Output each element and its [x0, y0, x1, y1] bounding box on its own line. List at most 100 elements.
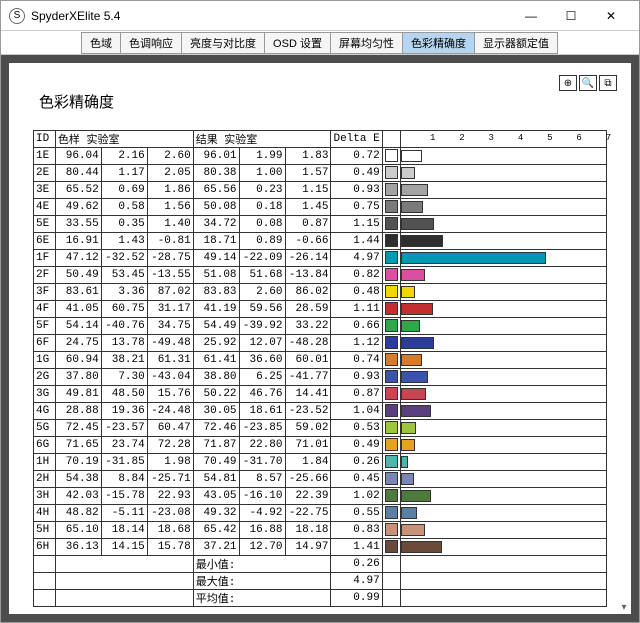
tick-3: 3: [489, 133, 494, 143]
table-row: 3H42.03-15.7822.9343.05-16.1022.391.02: [34, 488, 607, 505]
table-row: 4G28.8819.36-24.4830.0518.61-23.521.04: [34, 403, 607, 420]
delta-bar: [401, 405, 431, 417]
color-swatch: [385, 540, 398, 553]
delta-bar: [401, 184, 428, 196]
delta-bar: [401, 235, 443, 247]
table-row: 2E80.441.172.0580.381.001.570.49: [34, 165, 607, 182]
fit-icon[interactable]: ⧉: [599, 75, 617, 91]
report-sheet: ⊕ 🔍 ⧉ 色彩精确度 ID 色样 实验室 结果 实验室 Delta E 123…: [9, 63, 631, 614]
tick-4: 4: [518, 133, 523, 143]
delta-bar: [401, 541, 442, 553]
color-swatch: [385, 370, 398, 383]
delta-bar: [401, 354, 423, 366]
color-swatch: [385, 268, 398, 281]
color-swatch: [385, 302, 398, 315]
zoom-in-icon[interactable]: ⊕: [559, 75, 577, 91]
tabbar: 色域色调响应亮度与对比度OSD 设置屏幕均匀性色彩精确度显示器额定值: [1, 31, 639, 55]
zoom-out-icon[interactable]: 🔍: [579, 75, 597, 91]
table-row: 6E16.911.43-0.8118.710.89-0.661.44: [34, 233, 607, 250]
delta-bar: [401, 337, 434, 349]
table-row: 5E33.550.351.4034.720.080.871.15: [34, 216, 607, 233]
table-row: 1F47.12-32.52-28.7549.14-22.09-26.144.97: [34, 250, 607, 267]
delta-bar: [401, 150, 422, 162]
summary-value: 4.97: [331, 573, 382, 590]
table-row: 2H54.388.84-25.7154.818.57-25.660.45: [34, 471, 607, 488]
app-logo-icon: S: [9, 8, 25, 24]
tick-6: 6: [576, 133, 581, 143]
table-row: 2G37.807.30-43.0438.806.25-41.770.93: [34, 369, 607, 386]
delta-bar: [401, 167, 415, 179]
delta-bar: [401, 269, 425, 281]
color-swatch: [385, 506, 398, 519]
color-swatch: [385, 489, 398, 502]
color-swatch: [385, 149, 398, 162]
summary-label: 最小值:: [193, 556, 331, 573]
delta-bar: [401, 490, 431, 502]
tab-3[interactable]: OSD 设置: [264, 32, 331, 54]
delta-bar: [401, 388, 426, 400]
summary-label: 最大值:: [193, 573, 331, 590]
table-row: 3G49.8148.5015.7650.2246.7614.410.87: [34, 386, 607, 403]
color-swatch: [385, 455, 398, 468]
delta-bar: [401, 473, 414, 485]
summary-row: 最小值:0.26: [34, 556, 607, 573]
page-title: 色彩精确度: [39, 91, 607, 112]
tab-1[interactable]: 色调响应: [120, 32, 182, 54]
col-sample-lab: 色样 实验室: [55, 131, 193, 148]
tab-0[interactable]: 色域: [81, 32, 121, 54]
tab-4[interactable]: 屏幕均匀性: [330, 32, 403, 54]
summary-label: 平均值:: [193, 590, 331, 607]
color-swatch: [385, 472, 398, 485]
color-swatch: [385, 183, 398, 196]
window-title: SpyderXElite 5.4: [31, 9, 511, 23]
table-row: 5F54.14-40.7634.7554.49-39.9233.220.66: [34, 318, 607, 335]
summary-value: 0.99: [331, 590, 382, 607]
color-swatch: [385, 421, 398, 434]
table-row: 4E49.620.581.5650.080.181.450.75: [34, 199, 607, 216]
table-row: 2F50.4953.45-13.5551.0851.68-13.840.82: [34, 267, 607, 284]
table-row: 1H70.19-31.851.9870.49-31.701.840.26: [34, 454, 607, 471]
table-row: 4H48.82-5.11-23.0849.32-4.92-22.750.55: [34, 505, 607, 522]
delta-bar: [401, 439, 415, 451]
summary-row: 最大值:4.97: [34, 573, 607, 590]
table-row: 6G71.6523.7472.2871.8722.8071.010.49: [34, 437, 607, 454]
color-swatch: [385, 166, 398, 179]
maximize-button[interactable]: ☐: [551, 2, 591, 30]
delta-bar: [401, 524, 425, 536]
summary-row: 平均值:0.99: [34, 590, 607, 607]
col-delta: Delta E: [331, 131, 382, 148]
table-row: 4F41.0560.7531.1741.1959.5628.591.11: [34, 301, 607, 318]
table-row: 1E96.042.162.6096.011.991.830.72: [34, 148, 607, 165]
results-table: ID 色样 实验室 结果 实验室 Delta E 1234567 1E96.04…: [33, 130, 607, 607]
tab-2[interactable]: 亮度与对比度: [181, 32, 265, 54]
color-swatch: [385, 404, 398, 417]
delta-bar: [401, 320, 420, 332]
delta-bar: [401, 218, 435, 230]
delta-bar: [401, 507, 417, 519]
col-chart: 1234567: [400, 131, 606, 148]
delta-bar: [401, 286, 415, 298]
color-swatch: [385, 234, 398, 247]
col-result-lab: 结果 实验室: [193, 131, 331, 148]
table-row: 3E65.520.691.8665.560.231.150.93: [34, 182, 607, 199]
table-row: 1G60.9438.2161.3161.4136.6060.010.74: [34, 352, 607, 369]
color-swatch: [385, 251, 398, 264]
tab-5[interactable]: 色彩精确度: [402, 32, 475, 54]
color-swatch: [385, 200, 398, 213]
minimize-button[interactable]: —: [511, 2, 551, 30]
delta-bar: [401, 252, 547, 264]
col-id: ID: [34, 131, 56, 148]
tab-6[interactable]: 显示器额定值: [474, 32, 558, 54]
close-button[interactable]: ✕: [591, 2, 631, 30]
table-row: 5H65.1018.1418.6865.4216.8818.180.83: [34, 522, 607, 539]
delta-bar: [401, 303, 434, 315]
scroll-down-icon[interactable]: ▾: [617, 600, 631, 614]
table-row: 6F24.7513.78-49.4825.9212.07-48.281.12: [34, 335, 607, 352]
color-swatch: [385, 387, 398, 400]
color-swatch: [385, 319, 398, 332]
color-swatch: [385, 217, 398, 230]
color-swatch: [385, 353, 398, 366]
color-swatch: [385, 438, 398, 451]
summary-value: 0.26: [331, 556, 382, 573]
table-row: 6H36.1314.1515.7837.2112.7014.971.41: [34, 539, 607, 556]
